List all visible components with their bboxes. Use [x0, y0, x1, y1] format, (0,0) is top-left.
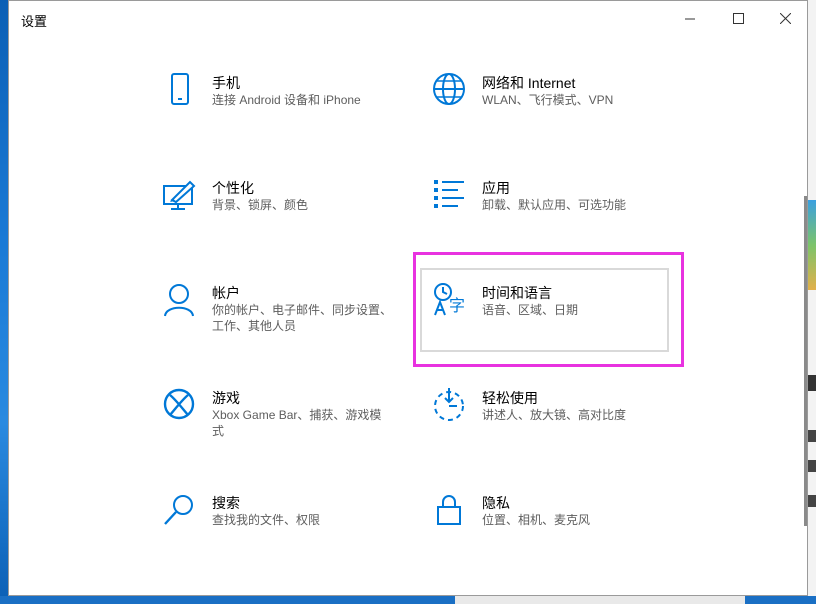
- tile-network[interactable]: 网络和 Internet WLAN、飞行模式、VPN: [432, 73, 692, 163]
- tile-description: 你的帐户、电子邮件、同步设置、工作、其他人员: [212, 303, 393, 333]
- tile-description: 背景、锁屏、颜色: [212, 198, 309, 212]
- tile-description: 查找我的文件、权限: [212, 513, 321, 527]
- desktop-fragment: [808, 495, 816, 507]
- tile-name: 搜索: [212, 495, 240, 511]
- settings-grid: 手机 连接 Android 设备和 iPhone 网络和 Internet WL…: [9, 1, 807, 595]
- time-language-icon: 字: [432, 283, 468, 319]
- tile-search[interactable]: 搜索 查找我的文件、权限: [162, 493, 422, 583]
- tile-time-language[interactable]: 字 时间和语言 语音、区域、日期: [432, 283, 692, 373]
- tile-name: 网络和 Internet: [482, 75, 576, 91]
- tile-name: 时间和语言: [482, 285, 552, 301]
- xbox-icon: [162, 388, 198, 424]
- globe-icon: [432, 73, 468, 109]
- svg-text:字: 字: [449, 296, 465, 315]
- tile-description: 位置、相机、麦克风: [482, 513, 591, 527]
- apps-list-icon: [432, 178, 468, 214]
- search-icon: [162, 493, 198, 529]
- desktop-background-right: [808, 0, 816, 604]
- tile-apps[interactable]: 应用 卸载、默认应用、可选功能: [432, 178, 692, 268]
- tile-name: 游戏: [212, 390, 240, 406]
- tile-ease-of-access[interactable]: 轻松使用 讲述人、放大镜、高对比度: [432, 388, 692, 478]
- tile-phone[interactable]: 手机 连接 Android 设备和 iPhone: [162, 73, 422, 163]
- background-window-fragment: [455, 596, 745, 604]
- tile-description: 讲述人、放大镜、高对比度: [482, 408, 627, 422]
- desktop-fragment: [808, 375, 816, 391]
- tile-description: WLAN、飞行模式、VPN: [482, 93, 614, 107]
- tile-name: 帐户: [212, 285, 240, 301]
- phone-icon: [162, 73, 198, 109]
- desktop-background-bottom: [0, 596, 816, 604]
- desktop-background-left: [0, 0, 8, 604]
- tile-name: 轻松使用: [482, 390, 538, 406]
- tile-privacy[interactable]: 隐私 位置、相机、麦克风: [432, 493, 692, 583]
- tile-name: 手机: [212, 75, 240, 91]
- personalization-icon: [162, 178, 198, 214]
- desktop-fragment: [808, 430, 816, 442]
- settings-window: 设置 手机 连接 Android 设备和 iPhone 网络和 Internet: [8, 0, 808, 596]
- tile-name: 隐私: [482, 495, 510, 511]
- desktop-thumbnail: [808, 200, 816, 290]
- tile-name: 应用: [482, 180, 510, 196]
- lock-icon: [432, 493, 468, 529]
- desktop-fragment: [808, 460, 816, 472]
- tile-description: Xbox Game Bar、捕获、游戏模式: [212, 408, 382, 438]
- tile-description: 语音、区域、日期: [482, 303, 579, 317]
- tile-gaming[interactable]: 游戏 Xbox Game Bar、捕获、游戏模式: [162, 388, 422, 478]
- tile-description: 连接 Android 设备和 iPhone: [212, 93, 361, 107]
- tile-description: 卸载、默认应用、可选功能: [482, 198, 627, 212]
- ease-of-access-icon: [432, 388, 468, 424]
- tile-name: 个性化: [212, 180, 254, 196]
- tile-accounts[interactable]: 帐户 你的帐户、电子邮件、同步设置、工作、其他人员: [162, 283, 422, 373]
- person-icon: [162, 283, 198, 319]
- tile-personalization[interactable]: 个性化 背景、锁屏、颜色: [162, 178, 422, 268]
